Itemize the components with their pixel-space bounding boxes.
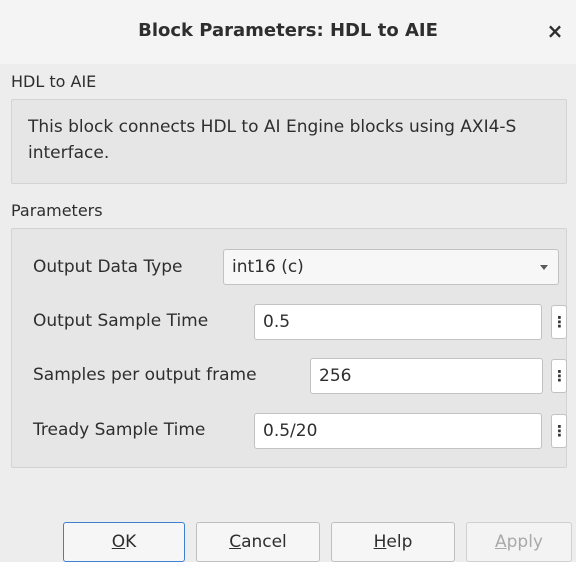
help-mnemonic: H: [373, 532, 387, 552]
help-button[interactable]: Help: [331, 522, 455, 562]
block-heading: HDL to AIE: [11, 72, 97, 91]
cancel-mnemonic: C: [229, 532, 242, 552]
block-description: This block connects HDL to AI Engine blo…: [28, 117, 517, 163]
close-icon[interactable]: ×: [543, 19, 567, 43]
ok-label-rest: K: [125, 532, 137, 552]
tready-sample-time-input[interactable]: 0.5/20: [254, 413, 542, 449]
apply-label-rest: pply: [506, 532, 543, 552]
parameters-heading: Parameters: [11, 201, 103, 220]
chevron-down-icon: [540, 265, 548, 270]
description-panel: This block connects HDL to AI Engine blo…: [11, 99, 567, 184]
output-sample-time-label: Output Sample Time: [33, 311, 209, 331]
tready-sample-time-menu-icon[interactable]: ⋮: [551, 414, 567, 448]
output-sample-time-input[interactable]: 0.5: [254, 304, 542, 340]
ok-button[interactable]: OK: [63, 522, 185, 562]
output-data-type-value: int16 (c): [232, 257, 304, 277]
output-data-type-label: Output Data Type: [33, 257, 183, 277]
output-data-type-select[interactable]: int16 (c): [223, 249, 559, 285]
samples-per-output-frame-input[interactable]: 256: [310, 358, 543, 394]
window-title: Block Parameters: HDL to AIE: [138, 20, 438, 41]
cancel-button[interactable]: Cancel: [196, 522, 320, 562]
apply-mnemonic: A: [494, 532, 507, 552]
ok-mnemonic: O: [111, 532, 126, 552]
cancel-label-rest: ancel: [241, 532, 287, 552]
help-label-rest: elp: [386, 532, 413, 552]
title-bar: Block Parameters: HDL to AIE ×: [0, 0, 576, 64]
samples-per-output-frame-menu-icon[interactable]: ⋮: [551, 359, 567, 393]
tready-sample-time-label: Tready Sample Time: [33, 420, 206, 440]
output-sample-time-menu-icon[interactable]: ⋮: [551, 305, 567, 339]
parameters-panel: Output Data Type int16 (c) Output Sample…: [11, 228, 567, 468]
apply-button[interactable]: Apply: [466, 522, 572, 562]
samples-per-output-frame-label: Samples per output frame: [33, 365, 257, 385]
